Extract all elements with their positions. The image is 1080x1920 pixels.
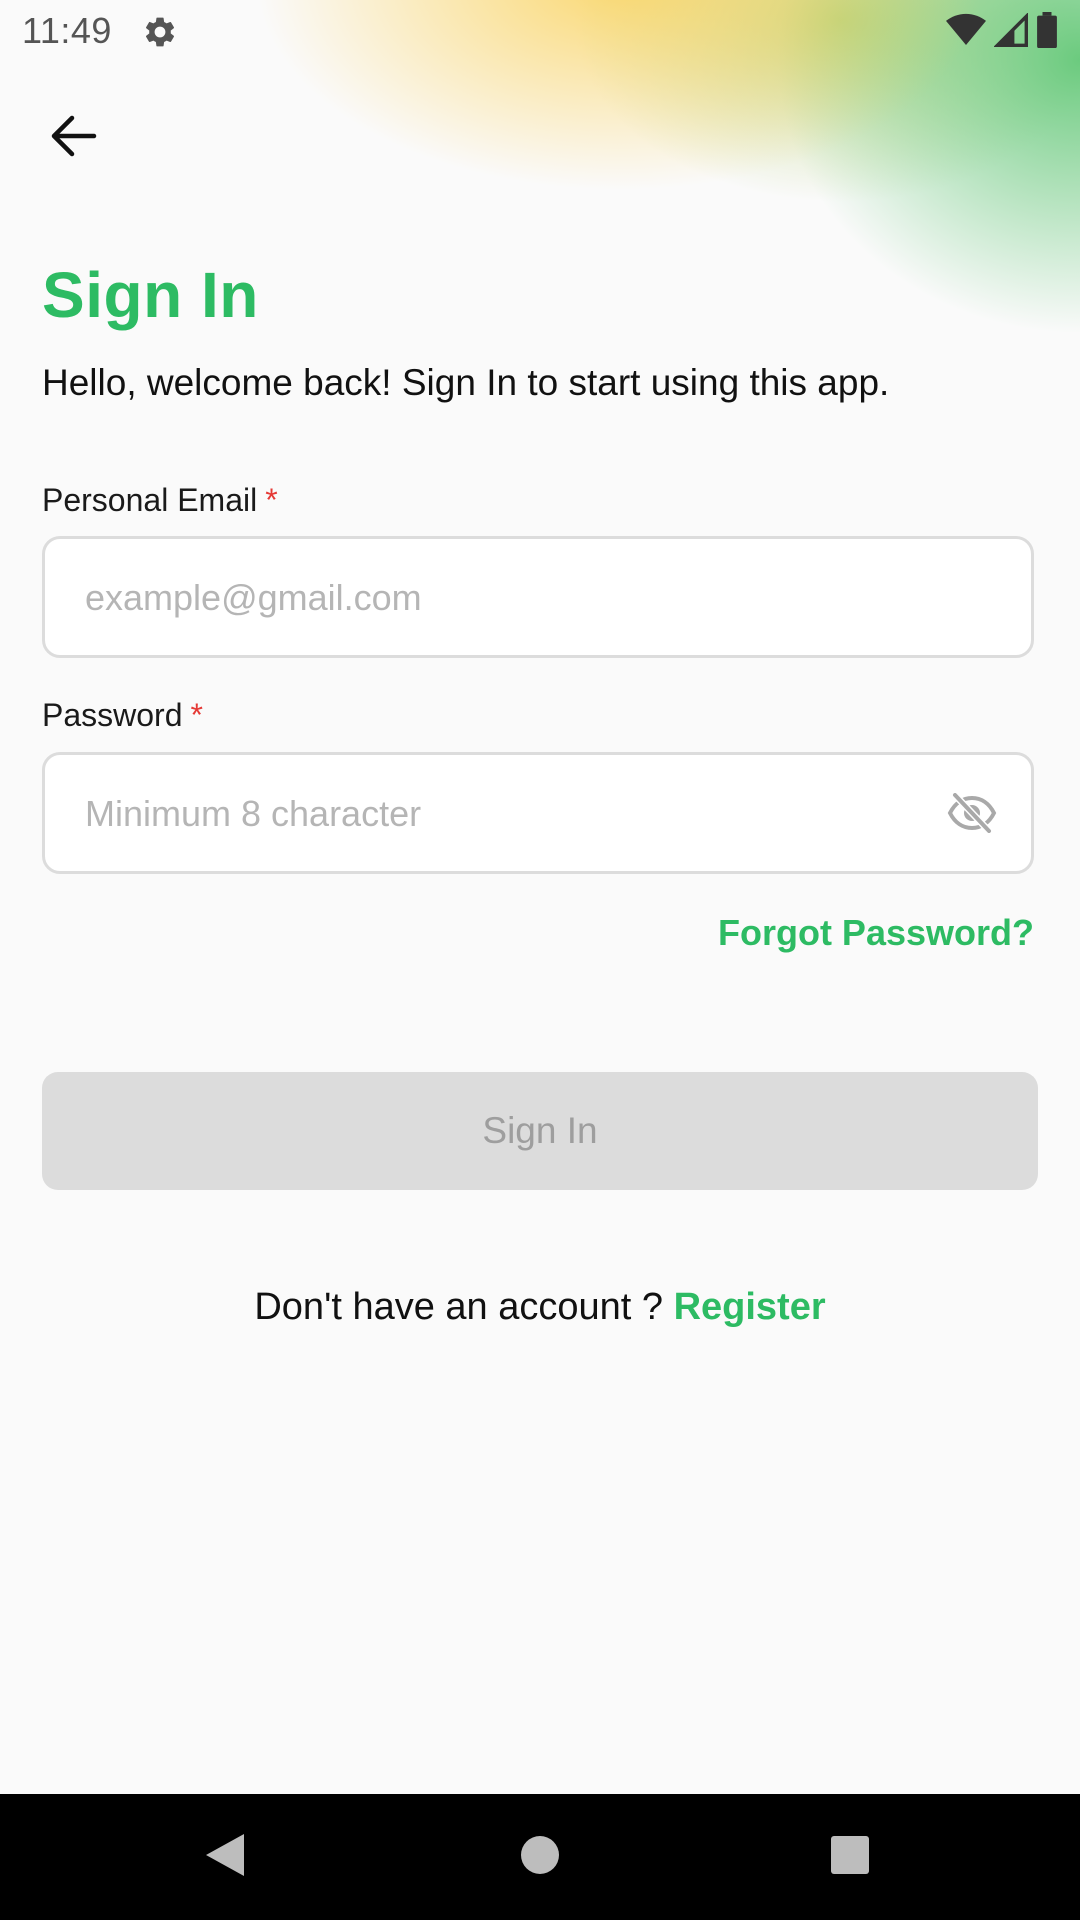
- back-triangle-icon: [204, 1832, 246, 1883]
- password-field[interactable]: [83, 755, 937, 873]
- status-icons: [946, 11, 1058, 53]
- status-bar: 11:49: [0, 0, 1080, 63]
- back-button[interactable]: [40, 105, 106, 171]
- email-field[interactable]: [83, 539, 937, 657]
- register-link[interactable]: Register: [674, 1286, 826, 1328]
- sign-in-button[interactable]: Sign In: [42, 1072, 1038, 1190]
- wifi-icon: [946, 13, 986, 52]
- email-field-container: [42, 536, 1034, 658]
- nav-back-button[interactable]: [190, 1822, 260, 1892]
- password-label-text: Password: [42, 697, 183, 733]
- arrow-left-icon: [48, 114, 98, 163]
- battery-icon: [1036, 11, 1058, 53]
- system-nav-bar: [0, 1794, 1080, 1920]
- gear-icon: [142, 14, 178, 50]
- nav-home-button[interactable]: [505, 1822, 575, 1892]
- required-mark: *: [190, 697, 203, 733]
- status-time: 11:49: [22, 10, 112, 51]
- password-field-container: [42, 752, 1034, 874]
- page-title: Sign In: [42, 259, 259, 331]
- nav-recents-button[interactable]: [815, 1822, 885, 1892]
- email-label: Personal Email *: [42, 482, 278, 519]
- signal-icon: [993, 11, 1028, 52]
- register-prompt: Don't have an account ? Register: [0, 1286, 1080, 1329]
- eye-off-icon[interactable]: [947, 792, 997, 834]
- forgot-password-link[interactable]: Forgot Password?: [718, 912, 1034, 954]
- page-subtitle: Hello, welcome back! Sign In to start us…: [42, 362, 890, 403]
- recents-square-icon: [830, 1835, 870, 1880]
- email-label-text: Personal Email: [42, 482, 258, 518]
- required-mark: *: [265, 482, 278, 518]
- home-circle-icon: [520, 1835, 560, 1880]
- password-label: Password *: [42, 697, 203, 734]
- register-prompt-text: Don't have an account ?: [254, 1286, 674, 1328]
- header-gradient-background: [0, 0, 1080, 420]
